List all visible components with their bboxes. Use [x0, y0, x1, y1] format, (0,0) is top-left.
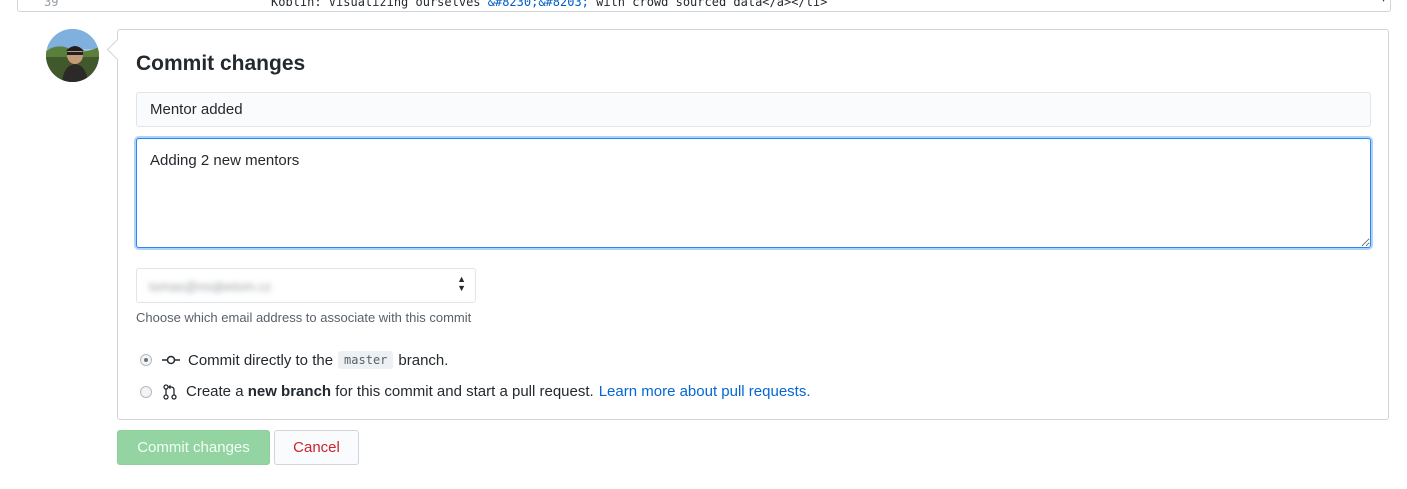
- code-line: Koblin: Visualizing ourselves &#8230;&#8…: [271, 0, 827, 9]
- option-direct-suffix: branch.: [398, 351, 449, 369]
- code-text-before: Koblin: Visualizing ourselves: [271, 0, 488, 9]
- option-new-suffix: for this commit and start a pull request…: [335, 383, 594, 400]
- option-new-branch[interactable]: Create a new branch for this commit and …: [140, 383, 811, 400]
- commit-description-input[interactable]: Adding 2 new mentors: [136, 138, 1371, 248]
- code-text-after: with crowd sourced data</a></li>: [588, 0, 828, 9]
- radio-commit-directly[interactable]: [140, 354, 152, 366]
- commit-form: Commit changes Mentor added Adding 2 new…: [117, 29, 1389, 420]
- line-number: 39: [44, 0, 59, 9]
- avatar[interactable]: [46, 29, 99, 82]
- email-select-value: tomas@mojbetom.cz: [149, 279, 272, 294]
- email-note: Choose which email address to associate …: [136, 310, 472, 325]
- code-entity: &#8230;&#8203;: [487, 0, 589, 9]
- commit-title: Commit changes: [136, 52, 306, 75]
- avatar-photo-icon: [46, 29, 99, 82]
- option-new-prefix: Create a: [186, 383, 244, 400]
- select-arrows-icon: ▲ ▼: [457, 274, 466, 293]
- cancel-button[interactable]: Cancel: [274, 430, 359, 465]
- commit-summary-input[interactable]: Mentor added: [136, 92, 1371, 127]
- git-commit-icon: [162, 354, 180, 366]
- option-direct-prefix: Commit directly to the: [188, 351, 334, 369]
- pull-request-icon: [162, 383, 178, 400]
- code-preview-strip: 39 Koblin: Visualizing ourselves &#8230;…: [17, 0, 1391, 12]
- option-new-bold: new branch: [247, 383, 332, 400]
- option-commit-directly[interactable]: Commit directly to the master branch.: [140, 351, 448, 369]
- radio-new-branch[interactable]: [140, 385, 152, 398]
- branch-name-badge: master: [338, 351, 394, 369]
- email-select[interactable]: tomas@mojbetom.cz ▲ ▼: [136, 268, 476, 303]
- learn-more-link[interactable]: Learn more about pull requests.: [599, 383, 811, 400]
- commit-changes-button[interactable]: Commit changes: [117, 430, 270, 465]
- scroll-down-icon[interactable]: ▾: [1381, 0, 1386, 5]
